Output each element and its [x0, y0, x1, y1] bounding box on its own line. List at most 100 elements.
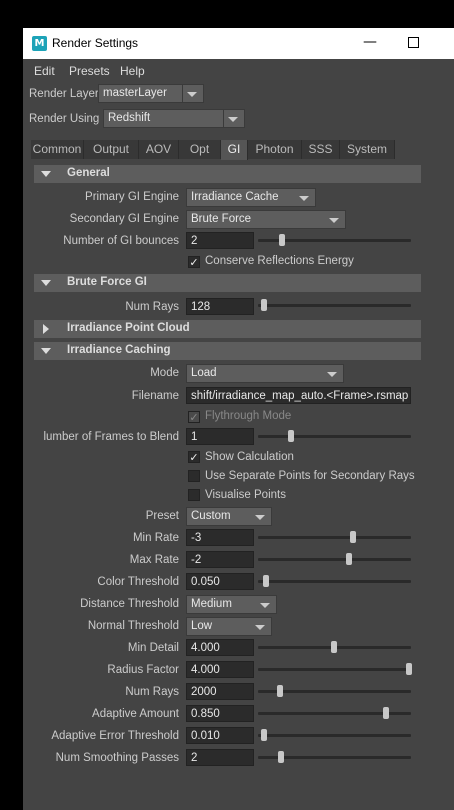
color-threshold-slider[interactable] [258, 580, 411, 583]
radius-factor-slider[interactable] [258, 668, 411, 671]
section-title: General [67, 167, 110, 179]
menu-help[interactable]: Help [120, 64, 145, 78]
slider-handle[interactable] [406, 663, 412, 675]
smoothing-passes-field[interactable]: 2 [186, 749, 254, 766]
secondary-gi-dropdown[interactable]: Brute Force [186, 210, 346, 229]
chevron-down-icon [327, 372, 337, 377]
render-layer-label: Render Layer [29, 88, 99, 100]
tab-photon[interactable]: Photon [248, 140, 302, 159]
window-title: Render Settings [52, 36, 139, 50]
separate-points-label: Use Separate Points for Secondary Rays [205, 470, 415, 482]
tab-sss[interactable]: SSS [302, 140, 340, 159]
min-rate-field[interactable]: -3 [186, 529, 254, 546]
chevron-down-icon [255, 625, 265, 630]
slider-handle[interactable] [350, 531, 356, 543]
radius-factor-label: Radius Factor [107, 664, 179, 676]
collapse-icon [41, 348, 51, 354]
primary-gi-dropdown[interactable]: Irradiance Cache [186, 188, 316, 207]
chevron-down-icon [228, 117, 238, 122]
render-layer-dropdown[interactable]: masterLayer [98, 84, 204, 103]
slider-handle[interactable] [383, 707, 389, 719]
slider-handle[interactable] [331, 641, 337, 653]
frames-blend-field[interactable]: 1 [186, 428, 254, 445]
minimize-icon[interactable]: — [363, 34, 377, 50]
tab-common[interactable]: Common [31, 140, 84, 159]
radius-factor-field[interactable]: 4.000 [186, 661, 254, 678]
slider-handle[interactable] [261, 729, 267, 741]
expand-icon [43, 324, 49, 334]
adaptive-amount-field[interactable]: 0.850 [186, 705, 254, 722]
slider-handle[interactable] [263, 575, 269, 587]
tab-gi[interactable]: GI [221, 140, 248, 160]
slider-handle[interactable] [278, 751, 284, 763]
tab-output[interactable]: Output [84, 140, 139, 159]
maya-logo-icon: M [32, 36, 47, 51]
max-rate-slider[interactable] [258, 558, 411, 561]
mode-value: Load [191, 367, 217, 379]
chevron-down-icon [299, 196, 309, 201]
color-threshold-label: Color Threshold [97, 576, 179, 588]
distance-threshold-dropdown[interactable]: Medium [186, 595, 277, 614]
section-brute-force-gi[interactable]: Brute Force GI [34, 274, 421, 292]
render-layer-value: masterLayer [103, 87, 167, 99]
separate-points-checkbox[interactable] [188, 470, 200, 482]
flythrough-label: Flythrough Mode [205, 410, 292, 422]
conserve-energy-checkbox[interactable]: ✓ [188, 256, 200, 268]
flythrough-checkbox: ✓ [188, 411, 200, 424]
preset-value: Custom [191, 510, 231, 522]
section-irradiance-point-cloud[interactable]: Irradiance Point Cloud [34, 320, 421, 338]
color-threshold-field[interactable]: 0.050 [186, 573, 254, 590]
preset-label: Preset [145, 510, 179, 522]
show-calculation-checkbox[interactable]: ✓ [188, 451, 200, 463]
slider-handle[interactable] [346, 553, 352, 565]
adaptive-error-field[interactable]: 0.010 [186, 727, 254, 744]
bf-num-rays-label: Num Rays [125, 301, 179, 313]
normal-threshold-value: Low [191, 620, 213, 632]
slider-handle[interactable] [279, 234, 285, 246]
tab-opt[interactable]: Opt [179, 140, 221, 159]
bf-num-rays-field[interactable]: 128 [186, 298, 254, 315]
smoothing-passes-label: Num Smoothing Passes [55, 752, 179, 764]
menu-edit[interactable]: Edit [34, 64, 55, 78]
title-bar: M Render Settings — [23, 28, 454, 59]
filename-field[interactable]: shift/irradiance_map_auto.<Frame>.rsmap [186, 387, 411, 404]
section-general[interactable]: General [34, 165, 421, 183]
mode-dropdown[interactable]: Load [186, 364, 344, 383]
maximize-icon[interactable] [408, 37, 419, 48]
primary-gi-label: Primary GI Engine [85, 191, 179, 203]
gi-bounces-label: Number of GI bounces [63, 235, 179, 247]
tab-aov[interactable]: AOV [139, 140, 179, 159]
max-rate-field[interactable]: -2 [186, 551, 254, 568]
conserve-energy-label: Conserve Reflections Energy [205, 255, 354, 267]
slider-handle[interactable] [288, 430, 294, 442]
render-using-dropdown[interactable]: Redshift [103, 109, 245, 128]
adaptive-error-slider[interactable] [258, 734, 411, 737]
filename-label: Filename [131, 390, 179, 402]
normal-threshold-dropdown[interactable]: Low [186, 617, 272, 636]
tab-system[interactable]: System [340, 140, 395, 159]
secondary-gi-value: Brute Force [191, 213, 252, 225]
frames-blend-slider[interactable] [258, 435, 411, 438]
min-detail-field[interactable]: 4.000 [186, 639, 254, 656]
slider-handle[interactable] [277, 685, 283, 697]
render-using-label: Render Using [29, 113, 100, 125]
visualise-points-checkbox[interactable] [188, 489, 200, 501]
gi-bounces-field[interactable]: 2 [186, 232, 254, 249]
adaptive-amount-label: Adaptive Amount [92, 708, 179, 720]
ic-num-rays-field[interactable]: 2000 [186, 683, 254, 700]
normal-threshold-label: Normal Threshold [87, 620, 179, 632]
render-using-value: Redshift [108, 112, 151, 124]
chevron-down-icon [329, 218, 339, 223]
tab-bar: Common Output AOV Opt GI Photon SSS Syst… [31, 140, 454, 160]
min-rate-slider[interactable] [258, 536, 411, 539]
distance-threshold-label: Distance Threshold [80, 598, 179, 610]
preset-dropdown[interactable]: Custom [186, 507, 272, 526]
collapse-icon [41, 171, 51, 177]
section-irradiance-caching[interactable]: Irradiance Caching [34, 342, 421, 360]
menu-presets[interactable]: Presets [69, 64, 110, 78]
adaptive-error-label: Adaptive Error Threshold [51, 730, 179, 742]
render-settings-window: M Render Settings — Edit Presets Help Re… [23, 28, 454, 810]
bf-num-rays-slider[interactable] [258, 304, 411, 307]
section-title: Brute Force GI [67, 276, 147, 288]
slider-handle[interactable] [261, 299, 267, 311]
